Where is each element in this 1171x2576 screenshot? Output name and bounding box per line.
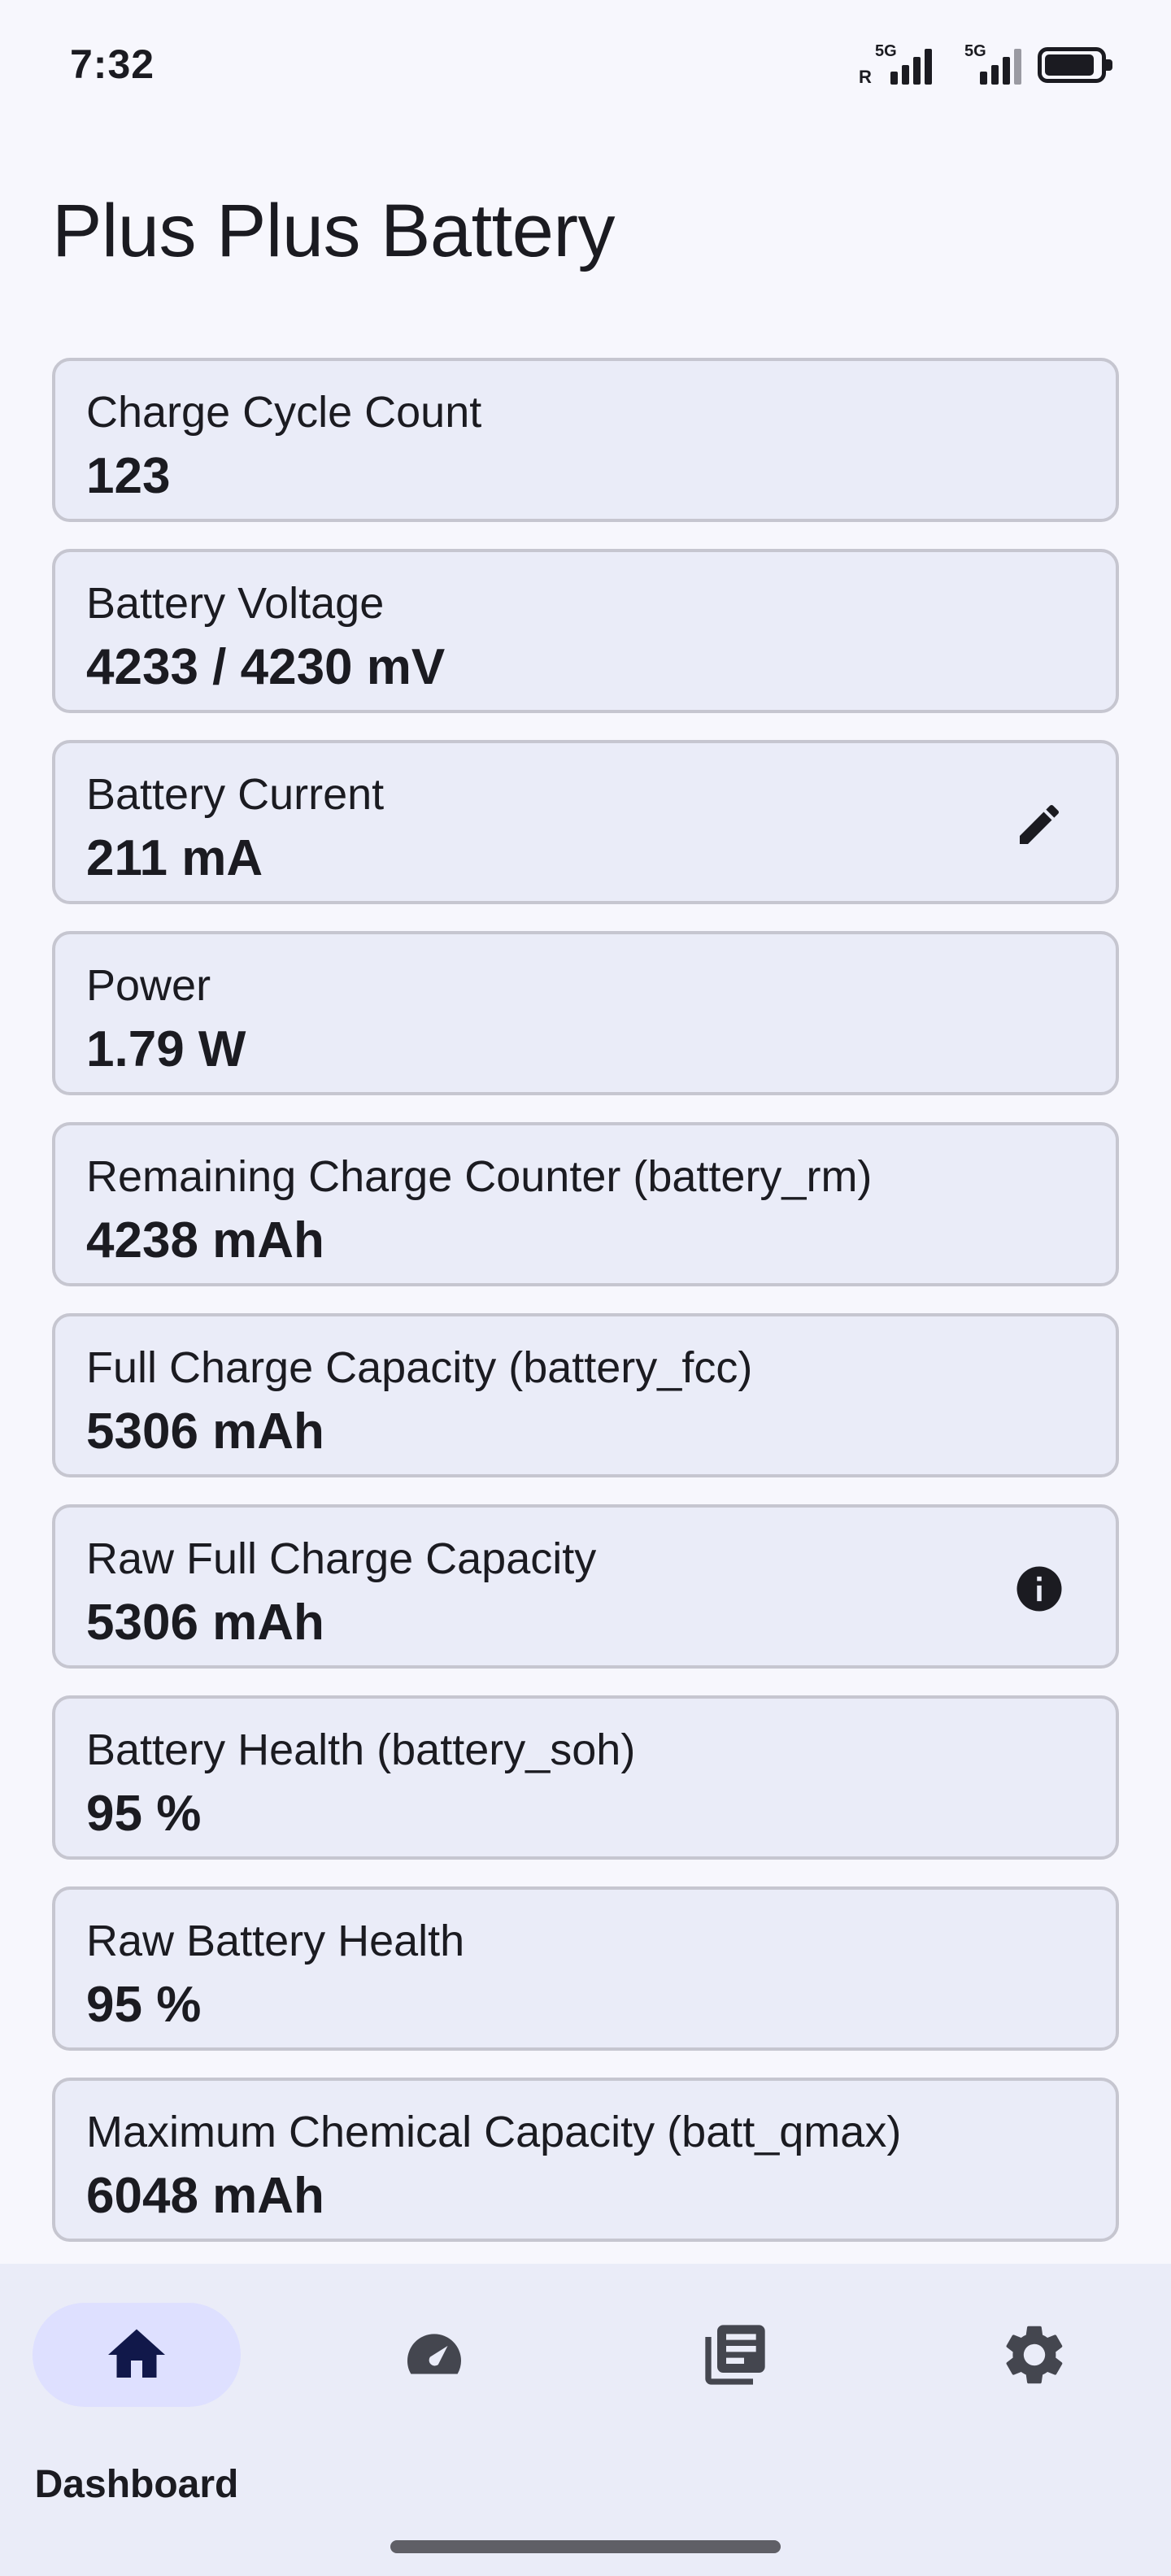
card-value: 123: [86, 448, 171, 504]
metric-card-battery-current: Battery Current 211 mA: [52, 740, 1119, 904]
page-title: Plus Plus Battery: [52, 189, 616, 272]
card-label: Full Charge Capacity (battery_fcc): [86, 1343, 753, 1392]
card-value: 95 %: [86, 1786, 202, 1842]
metric-card-list: Charge Cycle Count 123 Battery Voltage 4…: [52, 358, 1119, 2269]
signal-icon: 5G R: [859, 42, 932, 88]
card-value: 4238 mAh: [86, 1212, 324, 1268]
metric-card-battery-health: Battery Health (battery_soh) 95 %: [52, 1695, 1119, 1860]
card-label: Maximum Chemical Capacity (batt_qmax): [86, 2108, 902, 2156]
status-icons: 5G R 5G: [859, 42, 1112, 88]
card-label: Power: [86, 961, 211, 1010]
metric-card-full-charge-capacity: Full Charge Capacity (battery_fcc) 5306 …: [52, 1313, 1119, 1477]
nav-item-settings[interactable]: [912, 2303, 1156, 2465]
card-label: Battery Voltage: [86, 579, 385, 628]
card-value: 211 mA: [86, 830, 263, 886]
metric-card-raw-full-charge-capacity: Raw Full Charge Capacity 5306 mAh: [52, 1504, 1119, 1669]
card-label: Battery Current: [86, 770, 385, 819]
card-label: Battery Health (battery_soh): [86, 1725, 636, 1774]
edit-icon[interactable]: [1008, 794, 1070, 855]
card-value: 95 %: [86, 1977, 202, 2033]
card-label: Remaining Charge Counter (battery_rm): [86, 1152, 873, 1201]
nav-item-monitor[interactable]: [312, 2303, 556, 2465]
metric-card-battery-voltage: Battery Voltage 4233 / 4230 mV: [52, 549, 1119, 713]
nav-item-history[interactable]: [613, 2303, 857, 2465]
card-value: 4233 / 4230 mV: [86, 639, 446, 695]
bottom-navigation: Dashboard: [0, 2264, 1171, 2576]
status-bar: 7:32 5G R 5G: [0, 0, 1171, 130]
battery-icon: [1038, 47, 1112, 83]
card-value: 6048 mAh: [86, 2168, 324, 2224]
speedometer-icon: [407, 2334, 461, 2374]
nav-item-dashboard[interactable]: Dashboard: [15, 2303, 259, 2506]
metric-card-charge-cycle-count: Charge Cycle Count 123: [52, 358, 1119, 522]
signal-icon: 5G: [948, 42, 1021, 88]
metric-card-power: Power 1.79 W: [52, 931, 1119, 1095]
history-icon: [705, 2325, 765, 2385]
metric-card-remaining-charge: Remaining Charge Counter (battery_rm) 42…: [52, 1122, 1119, 1286]
metric-card-raw-battery-health: Raw Battery Health 95 %: [52, 1886, 1119, 2051]
card-label: Charge Cycle Count: [86, 388, 482, 437]
metric-card-max-chemical-capacity: Maximum Chemical Capacity (batt_qmax) 60…: [52, 2078, 1119, 2242]
settings-icon: [1006, 2326, 1063, 2384]
info-icon[interactable]: [1008, 1558, 1070, 1620]
active-indicator: [33, 2303, 241, 2407]
sim1-roaming-label: R: [859, 67, 872, 87]
card-value: 5306 mAh: [86, 1403, 324, 1460]
home-icon: [108, 2329, 165, 2378]
home-indicator[interactable]: [390, 2540, 781, 2553]
card-value: 5306 mAh: [86, 1595, 324, 1651]
nav-label-dashboard: Dashboard: [34, 2463, 239, 2506]
card-value: 1.79 W: [86, 1021, 246, 1077]
card-label: Raw Battery Health: [86, 1917, 465, 1965]
card-label: Raw Full Charge Capacity: [86, 1534, 597, 1583]
status-time: 7:32: [70, 41, 155, 87]
